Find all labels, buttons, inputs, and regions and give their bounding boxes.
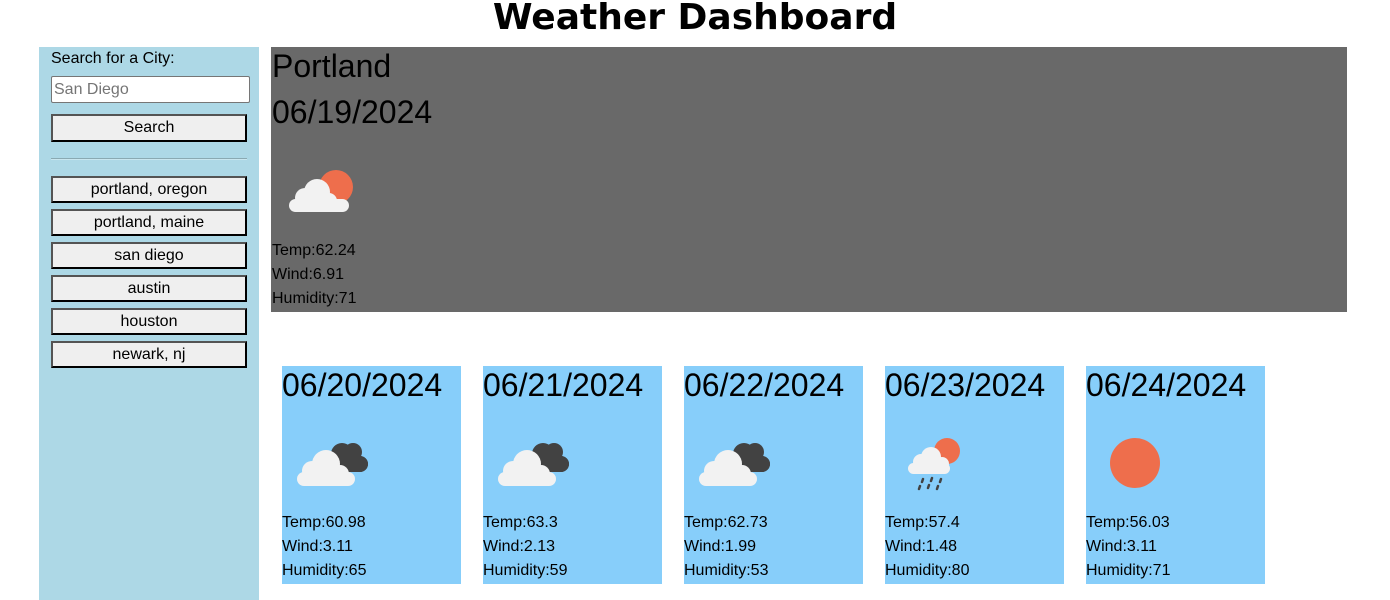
divider <box>51 158 247 160</box>
history-button-portland-maine[interactable]: portland, maine <box>51 209 247 236</box>
broken-clouds-icon <box>498 443 569 486</box>
forecast-humidity: Humidity:71 <box>1086 562 1171 579</box>
forecast-temp: Temp:63.3 <box>483 514 558 531</box>
forecast-wind: Wind:1.48 <box>885 538 958 555</box>
forecast-wind: Wind:3.11 <box>282 538 353 555</box>
forecast-card: 06/24/2024 Temp:56.03 Wind:3.11 Humidity… <box>1086 366 1265 584</box>
current-temp: Temp:62.24 <box>272 242 356 259</box>
forecast-wind: Wind:2.13 <box>483 538 556 555</box>
forecast-date: 06/24/2024 <box>1086 367 1247 403</box>
forecast-temp: Temp:57.4 <box>885 514 960 531</box>
partly-cloudy-day-icon <box>289 170 353 212</box>
forecast-humidity: Humidity:80 <box>885 562 970 579</box>
forecast-date: 06/21/2024 <box>483 367 644 403</box>
current-date: 06/19/2024 <box>272 94 433 130</box>
search-input[interactable] <box>51 76 250 103</box>
history-button-portland-oregon[interactable]: portland, oregon <box>51 176 247 203</box>
clear-sky-icon <box>1110 438 1160 488</box>
current-humidity: Humidity:71 <box>272 290 357 307</box>
current-weather-panel: Portland 06/19/2024 Temp:62.24 Wind:6.91… <box>271 47 1347 312</box>
forecast-date: 06/20/2024 <box>282 367 443 403</box>
forecast-temp: Temp:62.73 <box>684 514 768 531</box>
forecast-date: 06/23/2024 <box>885 367 1046 403</box>
forecast-wind: Wind:3.11 <box>1086 538 1157 555</box>
forecast-wind: Wind:1.99 <box>684 538 757 555</box>
current-wind: Wind:6.91 <box>272 266 345 283</box>
history-button-austin[interactable]: austin <box>51 275 247 302</box>
forecast-temp: Temp:56.03 <box>1086 514 1170 531</box>
forecast-date: 06/22/2024 <box>684 367 845 403</box>
history-button-newark-nj[interactable]: newark, nj <box>51 341 247 368</box>
forecast-humidity: Humidity:65 <box>282 562 367 579</box>
sidebar: Search for a City: Search portland, oreg… <box>39 47 259 600</box>
search-button[interactable]: Search <box>51 114 247 142</box>
page-title: Weather Dashboard <box>492 0 898 38</box>
forecast-humidity: Humidity:59 <box>483 562 568 579</box>
search-label: Search for a City: <box>51 50 175 67</box>
rain-sun-icon <box>908 438 960 491</box>
current-city: Portland <box>272 48 392 84</box>
broken-clouds-icon <box>699 443 770 486</box>
forecast-card: 06/20/2024 Temp:60.98 Wind:3.11 Humidity… <box>282 366 461 584</box>
forecast-card: 06/21/2024 Temp:63.3 Wind:2.13 Humidity:… <box>483 366 662 584</box>
broken-clouds-icon <box>297 443 368 486</box>
forecast-card: 06/23/2024 Temp:57.4 Wind:1.48 Humidity:… <box>885 366 1064 584</box>
forecast-card: 06/22/2024 Temp:62.73 Wind:1.99 Humidity… <box>684 366 863 584</box>
forecast-temp: Temp:60.98 <box>282 514 366 531</box>
history-button-houston[interactable]: houston <box>51 308 247 335</box>
history-button-san-diego[interactable]: san diego <box>51 242 247 269</box>
forecast-humidity: Humidity:53 <box>684 562 769 579</box>
